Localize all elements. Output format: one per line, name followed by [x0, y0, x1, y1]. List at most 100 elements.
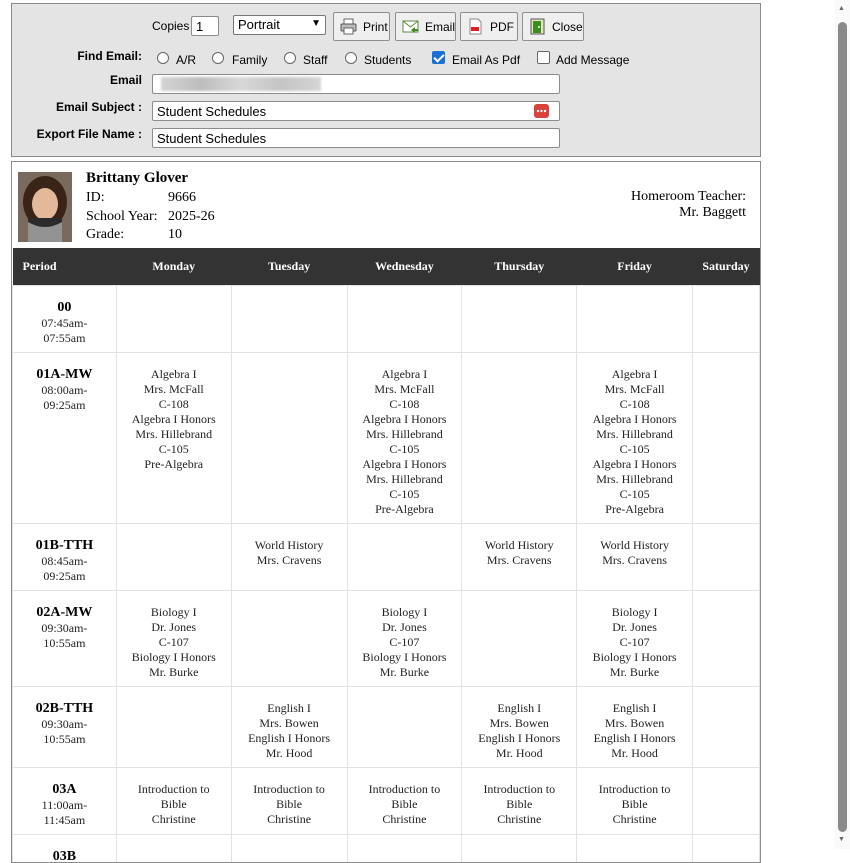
class-cell	[347, 524, 462, 591]
class-cell: Algebra IMrs. McFallC-108Algebra I Honor…	[116, 353, 231, 524]
class-line: Biology I Honors	[119, 650, 229, 665]
class-line: Bible	[579, 797, 690, 812]
add-message-checkbox[interactable]	[537, 51, 550, 64]
class-line: Biology I	[350, 605, 460, 620]
class-line: Introduction to	[464, 782, 574, 797]
class-line: Biology I Honors	[579, 650, 690, 665]
period-name: 03B	[15, 849, 114, 863]
class-cell	[116, 687, 231, 768]
class-line: Bible	[234, 797, 345, 812]
radio-family[interactable]	[212, 52, 224, 64]
class-line: Algebra I Honors	[119, 412, 229, 427]
class-cell	[462, 353, 577, 524]
period-time: 07:45am-	[15, 316, 114, 331]
scroll-down-icon[interactable]: ▼	[838, 836, 845, 843]
class-line: Algebra I	[350, 367, 460, 382]
period-time: 08:00am-	[15, 383, 114, 398]
class-line: Christine	[464, 812, 574, 827]
schedule-table: PeriodMondayTuesdayWednesdayThursdayFrid…	[12, 248, 760, 863]
class-cell: Algebra IMrs. McFallC-108Algebra I Honor…	[577, 353, 693, 524]
class-line: Bible	[350, 797, 460, 812]
class-line: English I	[234, 701, 345, 716]
period-name: 02B-TTH	[15, 701, 114, 717]
class-line: Bible	[464, 797, 574, 812]
period-cell: 03A11:00am-11:45am	[13, 768, 117, 835]
radio-staff[interactable]	[284, 52, 296, 64]
copies-input[interactable]	[191, 16, 219, 36]
period-time: 09:25am	[15, 398, 114, 413]
class-line: Algebra I	[579, 367, 690, 382]
class-cell	[693, 286, 760, 353]
class-line: C-107	[350, 635, 460, 650]
close-door-icon	[529, 18, 546, 35]
class-cell	[116, 286, 231, 353]
pdf-file-icon	[467, 18, 484, 35]
period-time: 09:30am-	[15, 621, 114, 636]
class-line: Introduction to	[579, 782, 690, 797]
radio-students-label: Students	[364, 53, 411, 67]
vertical-scrollbar[interactable]: ▲ ▼	[835, 0, 850, 849]
close-button[interactable]: Close	[522, 12, 584, 41]
class-line: English I Honors	[579, 731, 690, 746]
class-line: Dr. Jones	[350, 620, 460, 635]
class-cell: World HistoryMrs. Cravens	[462, 524, 577, 591]
scroll-up-icon[interactable]: ▲	[838, 5, 845, 12]
scrollbar-thumb[interactable]	[838, 22, 847, 832]
period-name: 00	[15, 300, 114, 316]
email-as-pdf-checkbox[interactable]	[432, 51, 445, 64]
export-file-label: Export File Name :	[22, 127, 142, 141]
class-line: Dr. Jones	[119, 620, 229, 635]
add-message-label: Add Message	[556, 53, 629, 67]
period-cell: 02A-MW09:30am-10:55am	[13, 591, 117, 687]
class-cell: Biology IDr. JonesC-107Biology I HonorsM…	[577, 591, 693, 687]
radio-ar-label: A/R	[176, 53, 196, 67]
class-cell	[462, 286, 577, 353]
class-line: Mrs. Hillebrand	[579, 427, 690, 442]
class-line: Mrs. McFall	[579, 382, 690, 397]
email-input[interactable]	[152, 74, 560, 94]
radio-staff-label: Staff	[303, 53, 327, 67]
pdf-button[interactable]: PDF	[460, 12, 518, 41]
id-label: ID:	[86, 189, 168, 208]
class-cell	[693, 524, 760, 591]
table-row: 02A-MW09:30am-10:55amBiology IDr. JonesC…	[13, 591, 760, 687]
table-row: 03A11:00am-11:45amIntroduction toBibleCh…	[13, 768, 760, 835]
class-line: English I	[579, 701, 690, 716]
class-line: Biology I	[119, 605, 229, 620]
email-button[interactable]: Email	[395, 12, 456, 41]
class-line: Mr. Hood	[464, 746, 574, 761]
class-cell	[693, 768, 760, 835]
period-cell: 01A-MW08:00am-09:25am	[13, 353, 117, 524]
class-line: C-105	[350, 442, 460, 457]
class-line: Pre-Algebra	[579, 502, 690, 517]
student-photo	[18, 172, 72, 242]
class-line: English I Honors	[464, 731, 574, 746]
class-line: Dr. Jones	[579, 620, 690, 635]
period-time: 11:00am-	[15, 798, 114, 813]
period-name: 02A-MW	[15, 605, 114, 621]
orientation-select[interactable]: Portrait ▼	[233, 15, 326, 35]
period-name: 01A-MW	[15, 367, 114, 383]
export-file-input[interactable]	[152, 128, 560, 148]
class-cell: Introduction toBibleChristine	[116, 768, 231, 835]
class-line: Introduction to	[350, 782, 460, 797]
table-row: 0007:45am-07:55am	[13, 286, 760, 353]
class-line: C-108	[119, 397, 229, 412]
class-line: Biology I Honors	[350, 650, 460, 665]
class-line: English I Honors	[234, 731, 345, 746]
class-line: C-107	[119, 635, 229, 650]
grade-label: Grade:	[86, 226, 168, 245]
more-options-icon[interactable]	[534, 104, 549, 118]
print-button[interactable]: Print	[333, 12, 390, 41]
column-header-monday: Monday	[116, 248, 231, 286]
class-line: Pre-Algebra	[119, 457, 229, 472]
radio-students[interactable]	[345, 52, 357, 64]
class-line: Mrs. Hillebrand	[579, 472, 690, 487]
homeroom-teacher: Mr. Baggett	[631, 205, 746, 221]
period-time: 11:45am	[15, 813, 114, 828]
period-name: 01B-TTH	[15, 538, 114, 554]
email-subject-input[interactable]	[152, 101, 560, 121]
school-year: 2025-26	[168, 209, 215, 224]
class-line: Algebra I Honors	[579, 412, 690, 427]
radio-ar[interactable]	[157, 52, 169, 64]
